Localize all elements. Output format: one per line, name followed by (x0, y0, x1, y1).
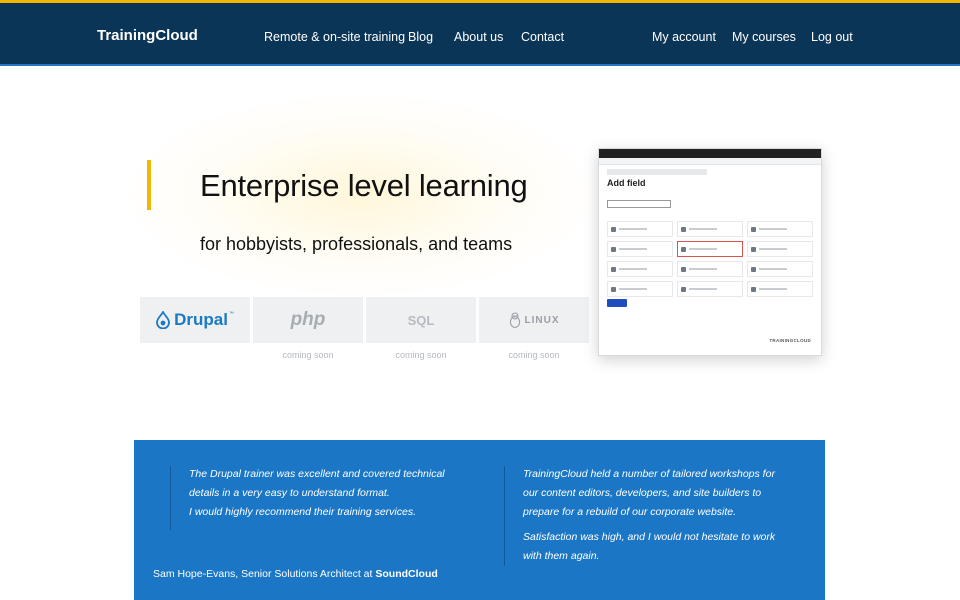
quote-line: our content editors, developers, and sit… (523, 487, 762, 499)
field-type-option-highlighted (677, 241, 743, 257)
testimonial-right: TrainingCloud held a number of tailored … (523, 465, 775, 566)
field-type-option (607, 221, 673, 237)
tech-tile-sql[interactable]: SQL (366, 297, 476, 343)
nav-remote-training[interactable]: Remote & on-site training (264, 30, 405, 44)
screenshot-breadcrumb (607, 169, 707, 175)
coming-soon-php: coming soon (282, 350, 334, 360)
field-type-option (607, 261, 673, 277)
trademark-mark: ™ (228, 311, 234, 317)
field-type-option (677, 261, 743, 277)
quote-line: I would highly recommend their training … (189, 506, 417, 518)
tux-penguin-icon (509, 312, 520, 328)
brand-logo[interactable]: TrainingCloud (97, 27, 198, 44)
screenshot-title: Add field (607, 178, 646, 188)
field-type-option (607, 281, 673, 297)
testimonial-left: The Drupal trainer was excellent and cov… (189, 465, 445, 522)
quote-rule-right (504, 466, 505, 566)
nav-my-account[interactable]: My account (652, 30, 716, 44)
quote-line: TrainingCloud held a number of tailored … (523, 468, 775, 480)
quote-line: Satisfaction was high, and I would not h… (523, 531, 776, 543)
attribution-person: Sam Hope-Evans, Senior Solutions Archite… (153, 568, 373, 580)
nav-contact[interactable]: Contact (521, 30, 564, 44)
tech-label-linux: LINUX (524, 314, 560, 326)
field-type-option (747, 221, 813, 237)
tech-label-php: php (290, 309, 326, 330)
nav-my-courses[interactable]: My courses (732, 30, 796, 44)
quote-line: prepare for a rebuild of our corporate w… (523, 506, 737, 518)
hero-title: Enterprise level learning (200, 168, 528, 203)
field-type-option (747, 241, 813, 257)
screenshot-input (607, 200, 671, 208)
field-type-option (747, 261, 813, 277)
quote-rule-left (170, 466, 171, 530)
field-type-option (747, 281, 813, 297)
coming-soon-sql: coming soon (395, 350, 447, 360)
site-header: TrainingCloud Remote & on-site training … (0, 0, 960, 66)
screenshot-field-type-grid (607, 221, 813, 297)
screenshot-continue-button (607, 299, 627, 307)
tech-label-drupal: Drupal (174, 310, 228, 329)
screenshot-toolbar (599, 149, 821, 158)
tech-tile-php[interactable]: php (253, 297, 363, 343)
screenshot-menu (599, 158, 821, 165)
quote-line: with them again. (523, 550, 600, 562)
hero-subtitle: for hobbyists, professionals, and teams (200, 234, 513, 254)
nav-blog[interactable]: Blog (408, 30, 433, 44)
field-type-option (607, 241, 673, 257)
quote-line: details in a very easy to understand for… (189, 487, 390, 499)
nav-log-out[interactable]: Log out (811, 30, 853, 44)
tech-label-sql: SQL (407, 312, 435, 328)
tech-tile-linux[interactable]: LINUX (479, 297, 589, 343)
testimonial-attribution: Sam Hope-Evans, Senior Solutions Archite… (153, 568, 438, 580)
testimonials-section: The Drupal trainer was excellent and cov… (134, 440, 825, 600)
field-type-option (677, 281, 743, 297)
screenshot-footer-logo: TRAININGCLOUD (769, 338, 811, 343)
attribution-company: SoundCloud (375, 568, 438, 580)
tech-tile-drupal[interactable]: Drupal ™ (140, 297, 250, 343)
hero-accent-bar (147, 160, 151, 210)
field-type-option (677, 221, 743, 237)
coming-soon-linux: coming soon (508, 350, 560, 360)
drupal-drop-icon (156, 311, 170, 329)
product-screenshot: Add field TRAININGCLOUD (598, 148, 822, 356)
quote-line: The Drupal trainer was excellent and cov… (189, 468, 445, 480)
nav-about-us[interactable]: About us (454, 30, 503, 44)
